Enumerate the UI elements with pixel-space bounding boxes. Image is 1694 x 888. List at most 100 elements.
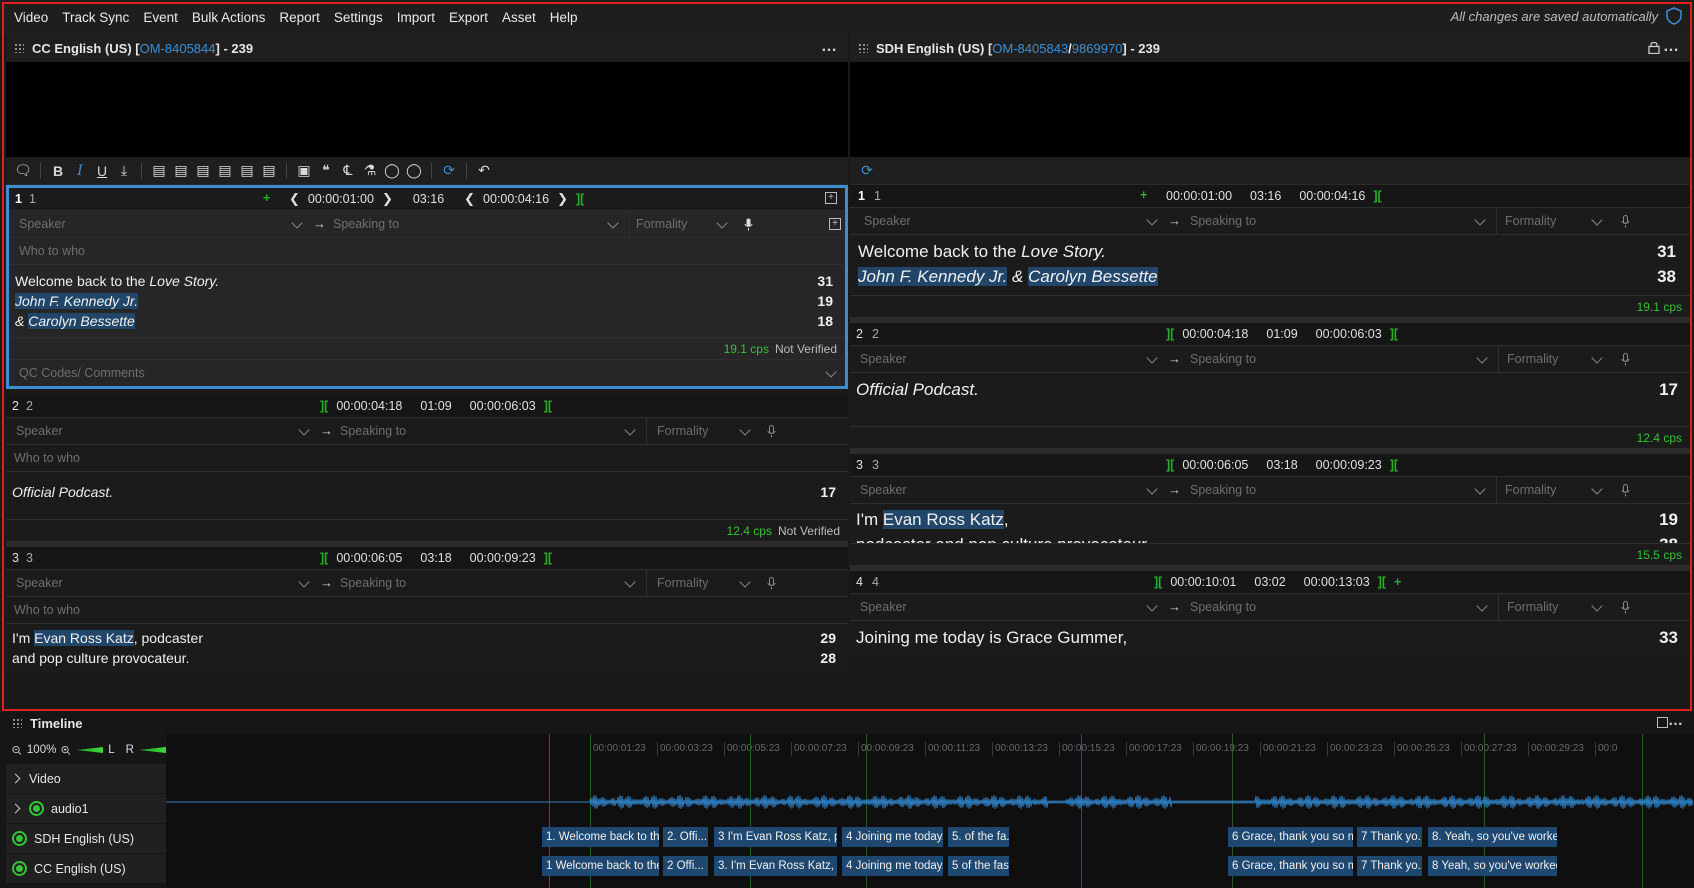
snap-bracket-icon[interactable]: ][ bbox=[576, 192, 584, 206]
formality-select[interactable]: Formality bbox=[657, 424, 708, 438]
snap-bracket-icon[interactable]: ][ bbox=[1378, 575, 1386, 589]
duration[interactable]: 03:02 bbox=[1254, 575, 1285, 589]
menu-event[interactable]: Event bbox=[141, 8, 180, 27]
chevron-right-icon[interactable] bbox=[10, 803, 21, 814]
subtitle-line[interactable]: and pop culture provocateur. 28 bbox=[12, 648, 842, 668]
end-timecode[interactable]: 00:00:04:16 bbox=[1299, 189, 1365, 203]
speaking-to-select[interactable]: Speaking to bbox=[340, 576, 406, 590]
track-audio1[interactable]: audio1 bbox=[6, 794, 166, 824]
start-timecode[interactable]: 00:00:01:00 bbox=[308, 192, 374, 206]
chevron-down-icon[interactable] bbox=[1591, 352, 1603, 364]
speaking-to-select[interactable]: Speaking to bbox=[1190, 214, 1256, 228]
subtitle-segment[interactable]: 1 Welcome back to the ... bbox=[542, 856, 660, 876]
snap-bracket-icon[interactable]: ][ bbox=[1166, 458, 1174, 472]
end-increase-arrow[interactable]: ❯ bbox=[557, 191, 568, 207]
subtitle-segment[interactable]: 7 Thank yo... bbox=[1357, 827, 1423, 847]
snap-bracket-icon[interactable]: ][ bbox=[320, 399, 328, 413]
event-card-1[interactable]: 1 1 + 00:00:01:00 03:16 00:00:04:16 ][ S… bbox=[850, 185, 1690, 323]
chevron-down-icon[interactable] bbox=[1146, 352, 1158, 364]
lock-icon[interactable] bbox=[1648, 41, 1660, 54]
end-timecode[interactable]: 00:00:06:03 bbox=[1316, 327, 1382, 341]
subtitle-segment[interactable]: 3 I'm Evan Ross Katz, po... bbox=[714, 827, 838, 847]
microphone-icon[interactable] bbox=[744, 218, 753, 231]
duration[interactable]: 03:16 bbox=[413, 192, 444, 206]
microphone-icon[interactable] bbox=[1621, 353, 1630, 366]
track-enabled-icon[interactable] bbox=[29, 801, 44, 816]
track-cc-english[interactable]: CC English (US) bbox=[6, 854, 166, 884]
chevron-down-icon[interactable] bbox=[825, 366, 837, 378]
subtitle-line[interactable]: Official Podcast. 17 bbox=[856, 377, 1684, 402]
chevron-down-icon[interactable] bbox=[716, 217, 728, 229]
drag-grip-icon[interactable] bbox=[14, 43, 24, 53]
chevron-down-icon[interactable] bbox=[1591, 483, 1603, 495]
track-enabled-icon[interactable] bbox=[12, 831, 27, 846]
more-options-icon[interactable]: … bbox=[1668, 712, 1684, 729]
speaker-select[interactable]: Speaker bbox=[864, 214, 911, 228]
undo-icon[interactable]: ↶ bbox=[473, 160, 495, 182]
expand-icon[interactable]: + bbox=[825, 192, 837, 204]
subtitle-segment[interactable]: 4 Joining me today... bbox=[842, 827, 944, 847]
snap-bracket-icon[interactable]: ][ bbox=[544, 399, 552, 413]
zoom-in-icon[interactable] bbox=[61, 745, 71, 756]
snap-bracket-icon[interactable]: ][ bbox=[1166, 327, 1174, 341]
duration[interactable]: 03:18 bbox=[1266, 458, 1297, 472]
chevron-down-icon[interactable] bbox=[1474, 214, 1486, 226]
start-timecode[interactable]: 00:00:06:05 bbox=[1182, 458, 1248, 472]
end-timecode[interactable]: 00:00:09:23 bbox=[470, 551, 536, 565]
subtitle-text[interactable]: Official Podcast. 17 bbox=[850, 372, 1690, 426]
shield-icon[interactable] bbox=[1666, 7, 1682, 25]
chevron-down-icon[interactable] bbox=[624, 576, 636, 588]
subtitle-line[interactable]: Welcome back to the Love Story. 31 bbox=[858, 239, 1682, 264]
verification-status[interactable]: Not Verified bbox=[778, 524, 840, 538]
start-decrease-arrow[interactable]: ❮ bbox=[289, 191, 300, 207]
italic-button[interactable]: I bbox=[69, 160, 91, 182]
chevron-down-icon[interactable] bbox=[624, 424, 636, 436]
speaking-to-select[interactable]: Speaking to bbox=[333, 217, 399, 231]
add-before-icon[interactable]: + bbox=[263, 191, 270, 205]
subtitle-segment[interactable]: 8 Yeah, so you've worked... bbox=[1428, 856, 1558, 876]
chevron-down-icon[interactable] bbox=[291, 217, 303, 229]
track-sdh-english[interactable]: SDH English (US) bbox=[6, 824, 166, 854]
start-timecode[interactable]: 00:00:04:18 bbox=[1182, 327, 1248, 341]
chevron-down-icon[interactable] bbox=[739, 424, 751, 436]
subtitle-segment[interactable]: 6 Grace, thank you so m... bbox=[1228, 856, 1354, 876]
speaker-select[interactable]: Speaker bbox=[16, 576, 63, 590]
speaker-select[interactable]: Speaker bbox=[16, 424, 63, 438]
sync-icon[interactable]: ⟳ bbox=[856, 160, 878, 182]
event-card-3[interactable]: 3 3 ][ 00:00:06:05 03:18 00:00:09:23 ][ … bbox=[850, 454, 1690, 571]
chevron-down-icon[interactable] bbox=[298, 424, 310, 436]
subtitle-segment[interactable]: 3. I'm Evan Ross Katz, p... bbox=[714, 856, 838, 876]
snap-bracket-icon[interactable]: ][ bbox=[544, 551, 552, 565]
chevron-down-icon[interactable] bbox=[1591, 600, 1603, 612]
left-level-meter[interactable] bbox=[76, 747, 104, 753]
event-card-1[interactable]: 1 1 + ❮ 00:00:01:00 ❯ 03:16 ❮ 00:00:04:1… bbox=[6, 185, 848, 389]
who-to-who-input[interactable]: Who to who bbox=[14, 451, 80, 465]
subtitle-segment[interactable]: 2 Offi... bbox=[663, 856, 709, 876]
menu-export[interactable]: Export bbox=[447, 8, 490, 27]
menu-bulk-actions[interactable]: Bulk Actions bbox=[190, 8, 268, 27]
subtitle-text[interactable]: I'm Evan Ross Katz, 19 podcaster and pop… bbox=[850, 503, 1690, 543]
timeline-canvas[interactable]: 00:00:01:23 00:00:03:23 00:00:05:23 00:00:0… bbox=[166, 734, 1694, 888]
duration[interactable]: 03:18 bbox=[420, 551, 451, 565]
formality-select[interactable]: Formality bbox=[1505, 483, 1556, 497]
merge-event-icon[interactable]: ▤ bbox=[192, 160, 214, 182]
microphone-icon[interactable] bbox=[1621, 484, 1630, 497]
subtitle-line[interactable]: Welcome back to the Love Story. 31 bbox=[15, 271, 839, 291]
snap-bracket-icon[interactable]: ][ bbox=[1373, 189, 1381, 203]
menu-help[interactable]: Help bbox=[548, 8, 580, 27]
more-options-icon[interactable]: … bbox=[821, 38, 838, 56]
speaker-select[interactable]: Speaker bbox=[19, 217, 66, 231]
microphone-icon[interactable] bbox=[767, 425, 776, 438]
bold-button[interactable]: B bbox=[47, 160, 69, 182]
chevron-down-icon[interactable] bbox=[1476, 352, 1488, 364]
event-card-2[interactable]: 2 2 ][ 00:00:04:18 01:09 00:00:06:03 ][ … bbox=[6, 395, 848, 547]
start-timecode[interactable]: 00:00:04:18 bbox=[336, 399, 402, 413]
speaker-select[interactable]: Speaker bbox=[860, 352, 907, 366]
insert-event-icon[interactable]: ▤ bbox=[148, 160, 170, 182]
chevron-down-icon[interactable] bbox=[739, 576, 751, 588]
qc-codes-select[interactable]: QC Codes/ Comments bbox=[19, 366, 145, 380]
microphone-icon[interactable] bbox=[767, 577, 776, 590]
formality-select[interactable]: Formality bbox=[636, 217, 687, 231]
quote-icon[interactable]: ❝ bbox=[315, 160, 337, 182]
translate-icon[interactable]: ℄ bbox=[337, 160, 359, 182]
